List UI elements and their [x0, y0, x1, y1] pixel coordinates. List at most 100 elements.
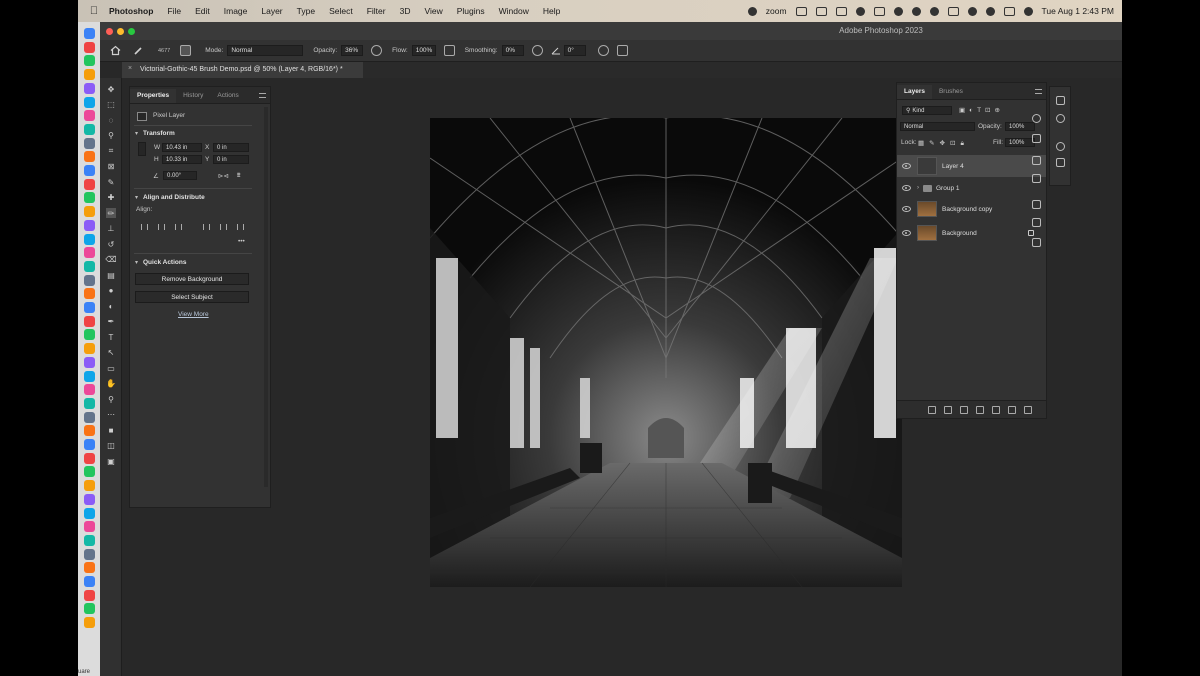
search-icon[interactable]	[985, 6, 995, 16]
dock-app-icon[interactable]	[84, 356, 95, 368]
mode-select[interactable]: Normal	[227, 45, 304, 56]
libraries-icon[interactable]	[1056, 96, 1065, 105]
dock-app-icon[interactable]	[84, 28, 95, 39]
dock-app-icon[interactable]	[84, 288, 95, 300]
x-input[interactable]: 0 in	[213, 143, 249, 152]
dock-app-icon[interactable]	[84, 178, 95, 190]
healing-brush-tool-icon[interactable]: ✚	[106, 193, 116, 203]
adjustment-layer-icon[interactable]	[976, 405, 984, 414]
color-swatch-icon[interactable]: ■	[106, 425, 116, 435]
tab-actions[interactable]: Actions	[210, 89, 245, 103]
align-horizontal-centers-icon[interactable]	[158, 224, 165, 230]
canvas-area[interactable]	[272, 78, 972, 676]
visibility-eye-icon[interactable]	[902, 206, 911, 212]
paragraph-icon[interactable]	[1032, 218, 1041, 227]
dock-app-icon[interactable]	[84, 69, 95, 81]
dock-app-icon[interactable]	[84, 137, 95, 149]
trash-icon[interactable]	[1024, 405, 1032, 414]
menu-window[interactable]: Window	[499, 6, 529, 16]
dock-app-icon[interactable]	[84, 548, 95, 560]
dock-app-icon[interactable]	[84, 521, 95, 533]
dock-app-icon[interactable]	[84, 534, 95, 546]
pen-tool-icon[interactable]: ✒	[106, 317, 116, 327]
width-input[interactable]: 10.43 in	[162, 143, 202, 152]
close-tab-icon[interactable]: ×	[128, 65, 132, 72]
align-top-edges-icon[interactable]	[203, 224, 210, 230]
opacity-input[interactable]: 36%	[341, 45, 364, 56]
shape-tool-icon[interactable]: ▭	[106, 363, 116, 373]
siri-icon[interactable]	[1023, 6, 1033, 16]
display-icon[interactable]	[835, 6, 847, 16]
brush-settings-panel-icon[interactable]	[1032, 174, 1041, 183]
dock-app-icon[interactable]	[84, 219, 95, 231]
document-canvas[interactable]	[430, 118, 902, 587]
menu-file[interactable]: File	[167, 6, 181, 16]
layer-row-layer-4[interactable]: Layer 4	[897, 155, 1046, 177]
select-subject-button[interactable]: Select Subject	[135, 291, 249, 303]
dock-app-icon[interactable]	[84, 329, 95, 341]
link-icon[interactable]	[138, 142, 146, 156]
align-left-edges-icon[interactable]	[141, 224, 148, 230]
battery-icon[interactable]	[947, 6, 959, 16]
dock-app-icon[interactable]	[84, 233, 95, 245]
layer-row-group-1[interactable]: › Group 1	[897, 179, 1046, 197]
dock-app-icon[interactable]	[84, 425, 95, 437]
menubar-clock[interactable]: Tue Aug 1 2:43 PM	[1042, 6, 1114, 16]
menu-type[interactable]: Type	[297, 6, 315, 16]
record-icon[interactable]	[747, 6, 757, 16]
tab-history[interactable]: History	[176, 89, 210, 103]
type-tool-icon[interactable]: T	[106, 332, 116, 342]
visibility-eye-icon[interactable]	[902, 230, 911, 236]
bluetooth-icon[interactable]	[873, 6, 885, 16]
brush-tool-icon[interactable]: ✏	[106, 208, 116, 218]
gear-icon[interactable]	[531, 45, 543, 56]
link-layers-icon[interactable]	[928, 405, 936, 414]
quick-mask-icon[interactable]: ◫	[106, 441, 116, 451]
frame-tool-icon[interactable]: ⊠	[106, 162, 116, 172]
dock-app-icon[interactable]	[84, 343, 95, 355]
brush-tool-icon[interactable]	[133, 45, 144, 56]
remove-background-button[interactable]: Remove Background	[135, 273, 249, 285]
hand-tool-icon[interactable]: ✋	[106, 379, 116, 389]
pressure-opacity-icon[interactable]	[371, 45, 383, 56]
zoom-tool-icon[interactable]: ⚲	[106, 394, 116, 404]
more-options-icon[interactable]: •••	[238, 238, 245, 245]
blur-tool-icon[interactable]: ●	[106, 286, 116, 296]
layer-row-background[interactable]: Background	[897, 223, 1046, 243]
dock-app-icon[interactable]	[84, 466, 95, 478]
menu-image[interactable]: Image	[224, 6, 248, 16]
dock-app-icon[interactable]	[84, 617, 95, 629]
marquee-tool-icon[interactable]: ⬚	[106, 100, 116, 110]
view-more-link[interactable]: View More	[178, 311, 209, 318]
dock-app-icon[interactable]	[84, 151, 95, 163]
dock-app-icon[interactable]	[84, 165, 95, 176]
panel-menu-icon[interactable]	[259, 93, 266, 98]
menu-edit[interactable]: Edit	[195, 6, 210, 16]
dock-app-icon[interactable]	[84, 315, 95, 327]
tab-brushes[interactable]: Brushes	[932, 85, 970, 99]
new-layer-icon[interactable]	[1008, 405, 1016, 414]
more-tools-icon[interactable]: ⋯	[106, 410, 116, 420]
dock-app-icon[interactable]	[84, 384, 95, 396]
new-group-icon[interactable]	[992, 405, 1000, 414]
dock-app-icon[interactable]	[84, 411, 95, 423]
brush-size-readout[interactable]: 4677	[158, 48, 170, 54]
lasso-tool-icon[interactable]: ◌	[106, 115, 116, 125]
dock-app-icon[interactable]	[84, 370, 95, 382]
stamp-tool-icon[interactable]: ⊥	[106, 224, 116, 234]
pressure-size-icon[interactable]	[597, 45, 609, 56]
airbrush-icon[interactable]	[443, 45, 455, 56]
character-icon[interactable]	[1032, 200, 1041, 209]
menu-select[interactable]: Select	[329, 6, 353, 16]
eyedropper-tool-icon[interactable]: ✎	[106, 177, 116, 187]
dock-app-icon[interactable]	[84, 507, 95, 519]
dock-app-icon[interactable]	[84, 603, 95, 615]
quick-select-tool-icon[interactable]: ⚲	[106, 131, 116, 141]
tab-properties[interactable]: Properties	[130, 89, 177, 103]
visibility-eye-icon[interactable]	[902, 185, 911, 191]
height-input[interactable]: 10.33 in	[162, 155, 202, 164]
align-right-edges-icon[interactable]	[175, 224, 182, 230]
dock-app-icon[interactable]	[84, 110, 95, 122]
tab-layers[interactable]: Layers	[897, 85, 932, 99]
dock-app-icon[interactable]	[84, 247, 95, 259]
